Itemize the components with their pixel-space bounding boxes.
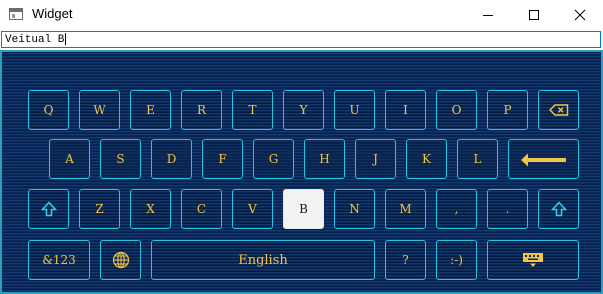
key-label: English: [238, 252, 288, 268]
key-u[interactable]: U: [334, 90, 375, 130]
key-label: Y: [299, 103, 308, 117]
window-title: Widget: [32, 6, 73, 21]
key-o[interactable]: O: [436, 90, 477, 130]
maximize-icon: [529, 10, 539, 20]
text-input-value: Veitual B: [5, 33, 67, 47]
key-f[interactable]: F: [202, 139, 243, 179]
text-caret: [65, 33, 67, 46]
minimize-icon: [483, 15, 493, 16]
close-button[interactable]: [557, 0, 603, 30]
key-comma[interactable]: ,: [436, 189, 477, 229]
key-label: C: [196, 202, 207, 216]
backspace-key[interactable]: [538, 90, 579, 130]
shift-icon: [40, 201, 57, 217]
text-input-content: Veitual B: [5, 34, 65, 46]
enter-key[interactable]: [508, 139, 579, 179]
key-k[interactable]: K: [406, 139, 447, 179]
key-label: A: [65, 152, 74, 166]
key-b[interactable]: B: [283, 189, 324, 229]
key-e[interactable]: E: [130, 90, 171, 130]
maximize-button[interactable]: [511, 0, 557, 30]
key-j[interactable]: J: [355, 139, 396, 179]
key-label: B: [299, 202, 308, 216]
key-label: L: [473, 152, 482, 166]
key-label: W: [93, 103, 106, 117]
key-q[interactable]: Q: [28, 90, 69, 130]
key-label: S: [116, 152, 125, 166]
globe-icon: [112, 251, 129, 269]
key-y[interactable]: Y: [283, 90, 324, 130]
title-bar: Widget: [0, 0, 603, 30]
key-label: Z: [95, 202, 104, 216]
key-label: Q: [43, 103, 54, 117]
key-l[interactable]: L: [457, 139, 498, 179]
virtual-keyboard: Q W E R T Y U I O P A S D F G H J K L Z …: [0, 50, 603, 294]
key-p[interactable]: P: [487, 90, 528, 130]
question-key[interactable]: ?: [385, 240, 426, 280]
key-label: D: [166, 152, 177, 166]
key-label: ,: [454, 202, 459, 216]
key-label: P: [503, 103, 512, 117]
space-key[interactable]: English: [151, 240, 375, 280]
key-t[interactable]: T: [232, 90, 273, 130]
key-z[interactable]: Z: [79, 189, 120, 229]
key-label: R: [196, 103, 207, 117]
key-d[interactable]: D: [151, 139, 192, 179]
key-r[interactable]: R: [181, 90, 222, 130]
app-icon: [9, 8, 23, 20]
key-label: N: [349, 202, 360, 216]
key-w[interactable]: W: [79, 90, 120, 130]
key-x[interactable]: X: [130, 189, 171, 229]
key-c[interactable]: C: [181, 189, 222, 229]
key-label: :-): [450, 253, 463, 267]
key-label: ?: [402, 253, 409, 267]
key-label: G: [268, 152, 279, 166]
enter-icon: [520, 153, 566, 167]
key-n[interactable]: N: [334, 189, 375, 229]
minimize-button[interactable]: [465, 0, 511, 30]
key-label: M: [399, 202, 412, 216]
key-label: T: [248, 103, 257, 117]
hide-keyboard-key[interactable]: [487, 240, 579, 280]
key-label: V: [248, 202, 257, 216]
text-input[interactable]: Veitual B: [1, 31, 601, 48]
key-label: .: [505, 202, 510, 216]
key-h[interactable]: H: [304, 139, 345, 179]
key-label: H: [319, 152, 330, 166]
key-label: U: [349, 103, 360, 117]
key-i[interactable]: I: [385, 90, 426, 130]
key-m[interactable]: M: [385, 189, 426, 229]
key-label: X: [146, 202, 155, 216]
keyboard-hide-icon: [523, 253, 543, 267]
shift-left-key[interactable]: [28, 189, 69, 229]
key-label: I: [403, 103, 408, 117]
key-v[interactable]: V: [232, 189, 273, 229]
key-a[interactable]: A: [49, 139, 90, 179]
symbols-key[interactable]: &123: [28, 240, 90, 280]
language-key[interactable]: [100, 240, 141, 280]
shift-right-key[interactable]: [538, 189, 579, 229]
key-s[interactable]: S: [100, 139, 141, 179]
key-label: &123: [42, 253, 76, 267]
close-icon: [574, 9, 586, 21]
key-label: J: [373, 152, 378, 166]
key-label: F: [218, 152, 227, 166]
key-period[interactable]: .: [487, 189, 528, 229]
key-label: E: [146, 103, 155, 117]
key-label: K: [422, 152, 431, 166]
smiley-key[interactable]: :-): [436, 240, 477, 280]
key-label: O: [451, 103, 462, 117]
key-g[interactable]: G: [253, 139, 294, 179]
shift-icon: [550, 201, 567, 217]
backspace-icon: [548, 104, 568, 116]
